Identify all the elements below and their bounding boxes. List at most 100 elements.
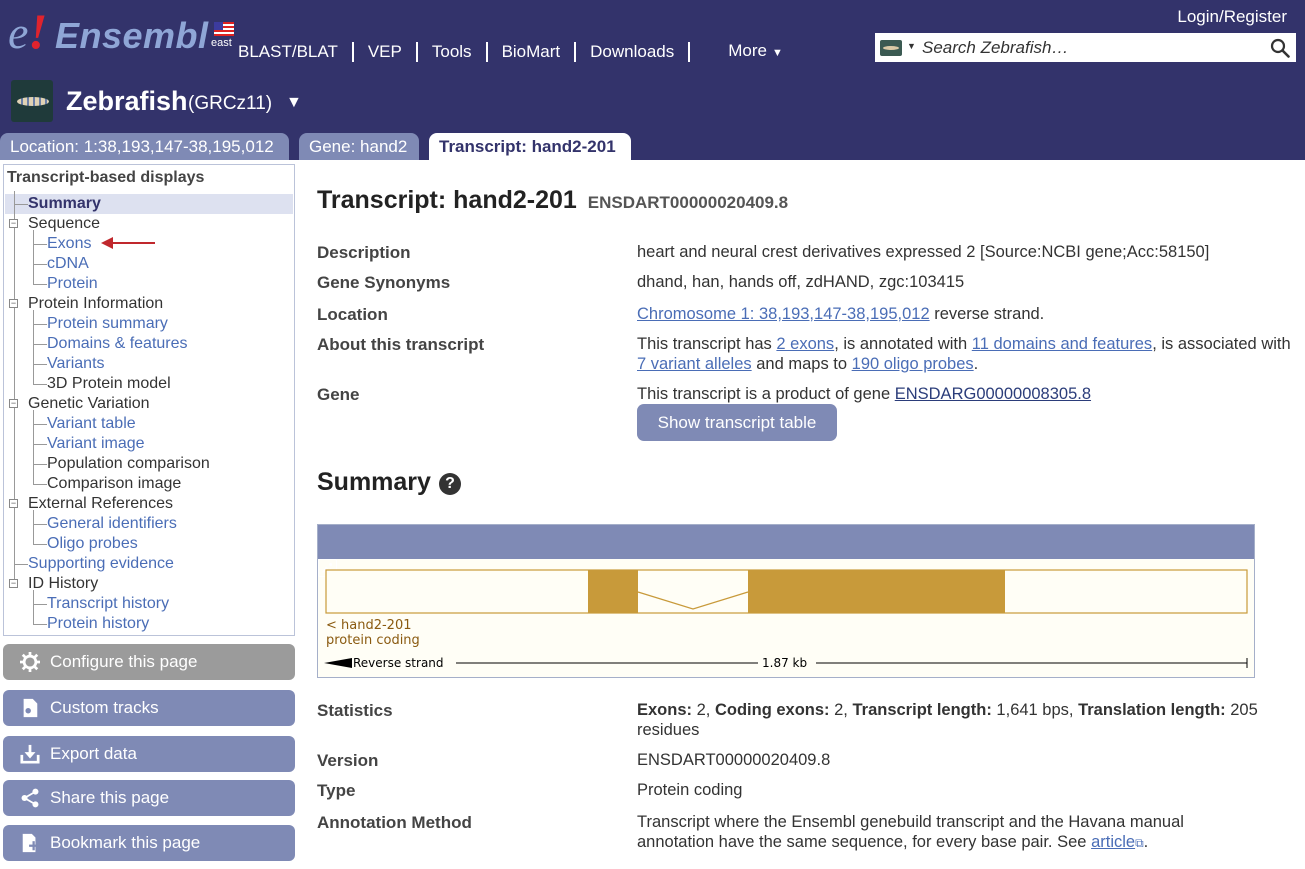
oligo-probes-link[interactable]: 190 oligo probes [852, 355, 974, 373]
share-page-label: Share this page [50, 788, 170, 807]
annotation-method-label: Annotation Method [317, 813, 472, 832]
tree-line [33, 384, 47, 385]
share-page-button[interactable]: Share this page [3, 780, 295, 816]
sidebar-item-general-identifiers[interactable]: General identifiers [47, 514, 177, 534]
domains-features-link[interactable]: 11 domains and features [972, 335, 1152, 353]
collapse-icon[interactable]: − [9, 579, 18, 588]
collapse-icon[interactable]: − [9, 399, 18, 408]
chromosome-location-link[interactable]: Chromosome 1: 38,193,147-38,195,012 [637, 305, 930, 323]
help-icon[interactable]: ? [439, 473, 461, 495]
about-text: This transcript has [637, 335, 777, 353]
sidebar-item-variant-table[interactable]: Variant table [47, 414, 136, 434]
sidebar-item-comparison-image[interactable]: Comparison image [47, 474, 181, 494]
sidebar-item-protein[interactable]: Protein [47, 274, 98, 294]
location-label: Location [317, 305, 388, 324]
nav-more[interactable]: More ▼ [728, 40, 783, 64]
zebrafish-species-icon[interactable] [880, 40, 902, 56]
transcript-stable-id: ENSDART00000020409.8 [587, 193, 789, 212]
tree-line [33, 310, 34, 384]
gene-synonyms-value: dhand, han, hands off, zdHAND, zgc:10341… [637, 273, 965, 291]
sidebar-item-population-comparison[interactable]: Population comparison [47, 454, 210, 474]
search-input[interactable] [922, 37, 1262, 59]
ensembl-logo[interactable]: e ! Ensembl east [8, 6, 234, 56]
show-transcript-table-button[interactable]: Show transcript table [637, 404, 837, 441]
tree-line [33, 590, 34, 624]
login-register-link[interactable]: Login/Register [1177, 7, 1287, 27]
nav-separator [351, 42, 354, 62]
nav-biomart[interactable]: BioMart [502, 41, 561, 63]
sidebar-item-variants[interactable]: Variants [47, 354, 105, 374]
nav-tools[interactable]: Tools [432, 41, 472, 63]
tree-line [33, 444, 47, 445]
sidebar-item-transcript-history[interactable]: Transcript history [47, 594, 169, 614]
zebrafish-icon [11, 80, 53, 122]
species-name[interactable]: Zebrafish [66, 86, 188, 117]
page-title: Transcript: hand2-201 ENSDART00000020409… [317, 186, 788, 215]
collapse-icon[interactable]: − [9, 219, 18, 228]
sidebar-item-genetic-variation[interactable]: Genetic Variation [28, 394, 150, 414]
tab-transcript[interactable]: Transcript: hand2-201 [429, 133, 631, 160]
stat-key: Coding exons: [714, 701, 830, 719]
species-dropdown-icon[interactable]: ▼ [286, 94, 302, 112]
tree-line [33, 604, 47, 605]
image-toolbar [318, 525, 1254, 577]
sidebar-item-external-references[interactable]: External References [28, 494, 173, 514]
us-flag-icon [214, 22, 234, 36]
nav-separator [574, 42, 577, 62]
tree-line [14, 564, 28, 565]
sidebar-item-protein-history[interactable]: Protein history [47, 614, 149, 634]
configure-page-button[interactable]: Configure this page [3, 644, 295, 680]
tree-line [33, 484, 47, 485]
sidebar-item-supporting-evidence[interactable]: Supporting evidence [28, 554, 174, 574]
sidebar-item-oligo-probes[interactable]: Oligo probes [47, 534, 138, 554]
custom-tracks-label: Custom tracks [50, 698, 159, 717]
exon-2[interactable] [748, 570, 1005, 613]
collapse-icon[interactable]: − [9, 499, 18, 508]
sidebar-item-3d-protein-model[interactable]: 3D Protein model [47, 374, 171, 394]
biotype-label: protein coding [326, 633, 420, 648]
bookmark-page-button[interactable]: Bookmark this page [3, 825, 295, 861]
custom-tracks-button[interactable]: Custom tracks [3, 690, 295, 726]
sidebar-item-variant-image[interactable]: Variant image [47, 434, 145, 454]
nav-blast[interactable]: BLAST/BLAT [238, 41, 338, 63]
nav-downloads[interactable]: Downloads [590, 41, 674, 63]
type-value: Protein coding [637, 781, 743, 799]
caret-down-icon[interactable]: ▼ [907, 41, 916, 51]
tab-location[interactable]: Location: 1:38,193,147-38,195,012 [0, 133, 289, 160]
bookmark-page-label: Bookmark this page [50, 833, 201, 852]
collapse-icon[interactable]: − [9, 299, 18, 308]
tab-gene[interactable]: Gene: hand2 [299, 133, 419, 160]
sidebar-item-exons[interactable]: Exons [47, 234, 91, 254]
nav-vep[interactable]: VEP [368, 41, 402, 63]
stat-key: Translation length: [1078, 701, 1226, 719]
stat-value: 1,641 bps, [991, 701, 1079, 719]
location-strand: reverse strand. [929, 305, 1045, 323]
sidebar-item-protein-summary[interactable]: Protein summary [47, 314, 168, 334]
article-link[interactable]: article [1091, 833, 1135, 851]
about-text: . [973, 355, 979, 373]
tree-line [33, 510, 34, 544]
tree-line [33, 524, 47, 525]
annotation-end: . [1143, 833, 1149, 851]
sidebar-item-id-history[interactable]: ID History [28, 574, 98, 594]
tree-line [33, 544, 47, 545]
sidebar-item-protein-information[interactable]: Protein Information [28, 294, 163, 314]
transcript-name-label[interactable]: < hand2-201 [326, 618, 412, 633]
nav-separator [415, 42, 418, 62]
tree-line [33, 410, 34, 484]
share-icon [21, 788, 39, 808]
export-data-button[interactable]: Export data [3, 736, 295, 772]
sidebar-item-sequence[interactable]: Sequence [28, 214, 100, 234]
variant-alleles-link[interactable]: 7 variant alleles [637, 355, 752, 373]
exons-link[interactable]: 2 exons [776, 335, 834, 353]
sidebar-item-cdna[interactable]: cDNA [47, 254, 89, 274]
logo-word: Ensembl [55, 15, 209, 56]
gene-id-link[interactable]: ENSDARG00000008305.8 [895, 385, 1091, 403]
annotation-method-value: Transcript where the Ensembl genebuild t… [637, 812, 1227, 853]
exon-1[interactable] [588, 570, 638, 613]
sidebar-item-domains-features[interactable]: Domains & features [47, 334, 188, 354]
sidebar-item-summary[interactable]: Summary [28, 194, 101, 214]
search-icon[interactable] [1270, 38, 1290, 58]
tree-line [33, 624, 47, 625]
tree-line [33, 244, 47, 245]
